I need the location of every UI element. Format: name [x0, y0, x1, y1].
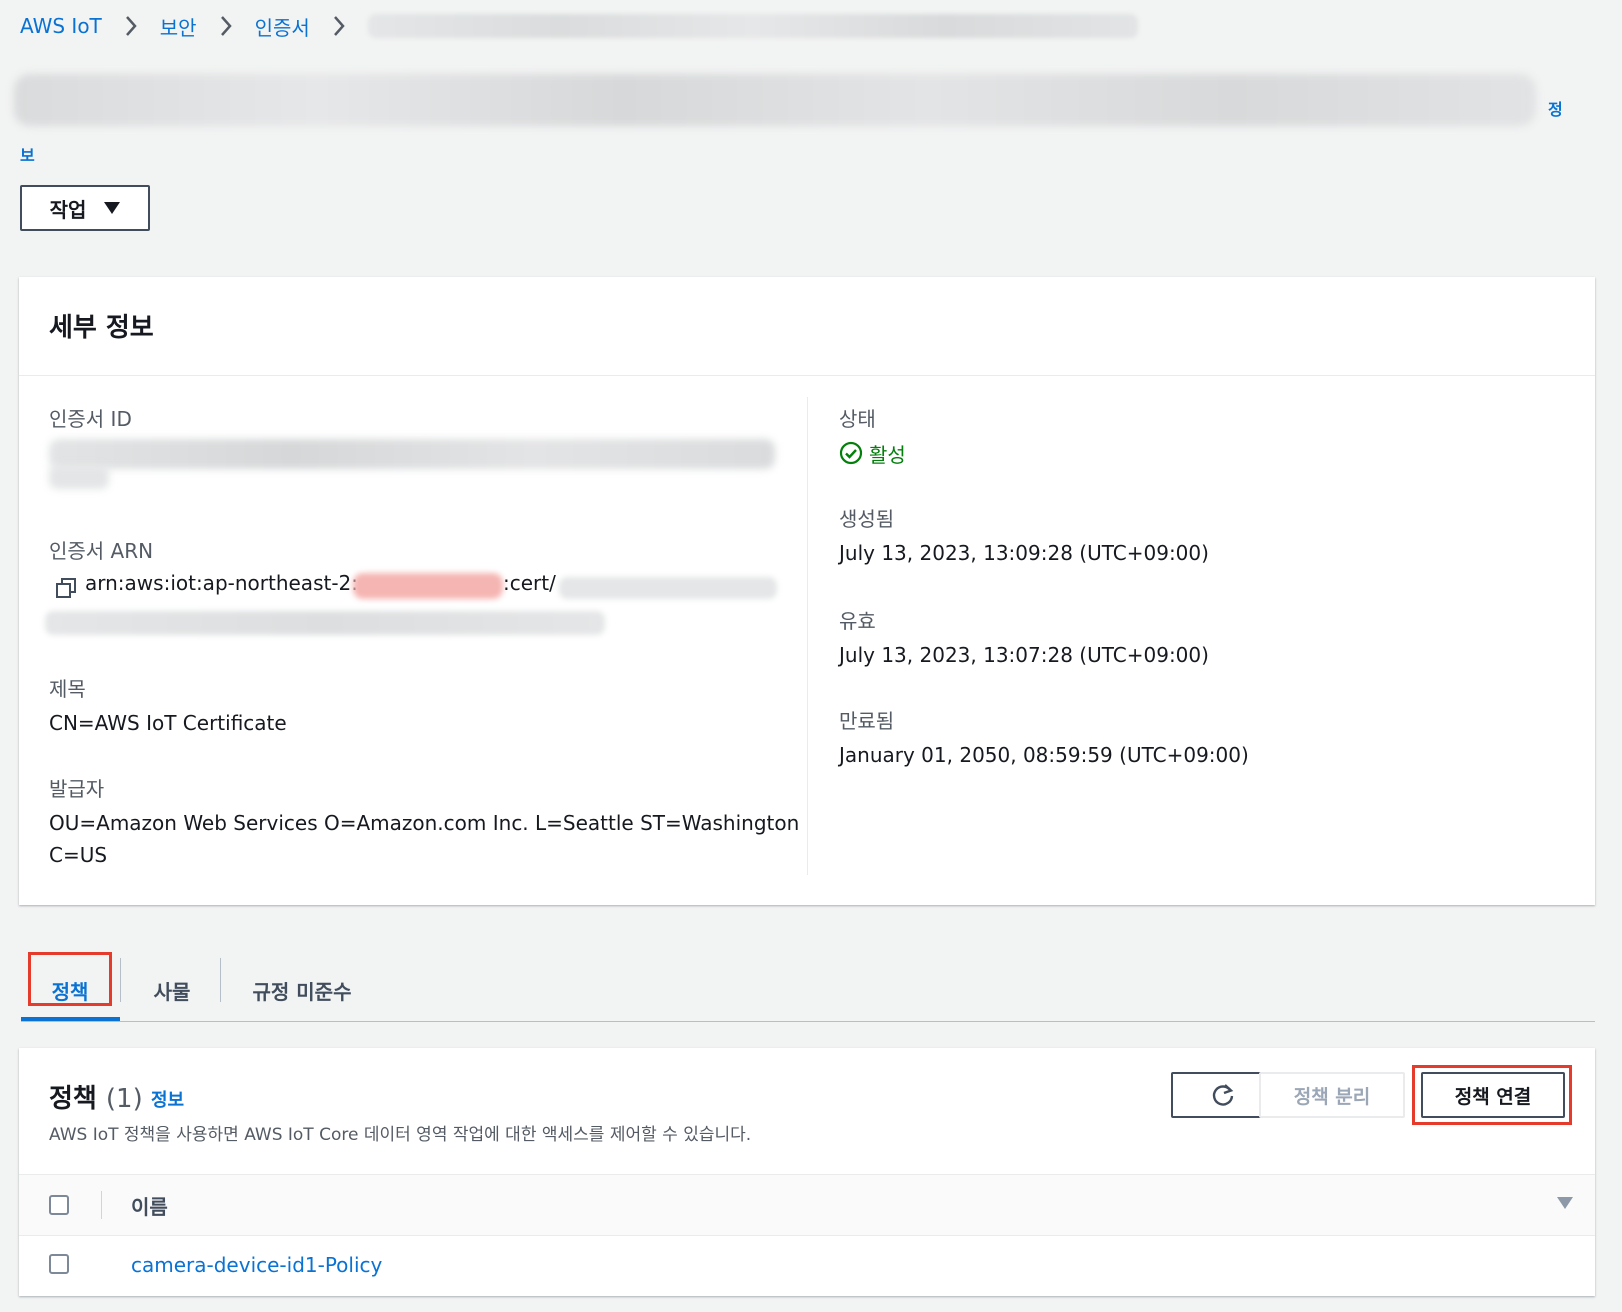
subject-label: 제목 — [49, 677, 86, 701]
check-circle-icon — [839, 441, 863, 465]
details-panel: 세부 정보 인증서 ID 인증서 ARN arn:aws:iot:ap-nort… — [19, 277, 1595, 905]
column-separator — [101, 1191, 102, 1219]
actions-button-label: 작업 — [49, 197, 87, 222]
tab-separator — [220, 958, 221, 1002]
info-link-wrap[interactable]: 보 — [20, 142, 35, 166]
policies-title-text: 정책 — [49, 1084, 97, 1114]
highlight-box-attach-policy — [1412, 1065, 1572, 1125]
chevron-right-icon — [211, 14, 241, 38]
subject-value: CN=AWS IoT Certificate — [49, 711, 287, 735]
table-header: 이름 — [19, 1174, 1595, 1236]
policies-count: (1) — [105, 1084, 143, 1114]
expires-value: January 01, 2050, 08:59:59 (UTC+09:00) — [839, 743, 1249, 767]
breadcrumb-certificates[interactable]: 인증서 — [255, 12, 310, 41]
status-value: 활성 — [869, 443, 906, 467]
select-all-checkbox[interactable] — [49, 1195, 69, 1215]
caret-down-icon — [104, 202, 121, 214]
tab-noncompliance[interactable]: 규정 미준수 — [234, 960, 370, 1020]
issuer-value-line1: OU=Amazon Web Services O=Amazon.com Inc.… — [49, 811, 800, 835]
chevron-right-icon — [116, 14, 146, 38]
policies-description: AWS IoT 정책을 사용하면 AWS IoT Core 데이터 영역 작업에… — [49, 1125, 752, 1145]
tab-things[interactable]: 사물 — [130, 960, 214, 1020]
tabs-baseline — [21, 1021, 1595, 1022]
page-title-redacted — [14, 74, 1536, 126]
cert-id-redacted — [49, 439, 775, 469]
cert-arn-label: 인증서 ARN — [49, 539, 154, 563]
tab-active-indicator — [21, 1017, 120, 1021]
breadcrumb-redacted-current — [367, 14, 1138, 38]
details-panel-header: 세부 정보 — [19, 277, 1595, 376]
issuer-label: 발급자 — [49, 777, 105, 801]
cert-arn-line2-redacted — [45, 611, 605, 635]
policy-name-link[interactable]: camera-device-id1-Policy — [131, 1253, 382, 1277]
cert-arn-prefix: arn:aws:iot:ap-northeast-2: — [85, 571, 359, 595]
caret-down-icon[interactable] — [1557, 1197, 1573, 1209]
created-value: July 13, 2023, 13:09:28 (UTC+09:00) — [839, 541, 1209, 565]
tab-separator — [120, 958, 121, 1002]
details-title: 세부 정보 — [49, 313, 154, 343]
cert-arn-middle: :cert/ — [503, 571, 556, 595]
detach-policy-button[interactable]: 정책 분리 — [1259, 1072, 1405, 1118]
breadcrumb-aws-iot[interactable]: AWS IoT — [20, 14, 102, 38]
created-label: 생성됨 — [839, 507, 895, 531]
breadcrumb-security[interactable]: 보안 — [160, 12, 197, 41]
valid-label: 유효 — [839, 609, 876, 633]
info-link[interactable]: 정 — [1548, 96, 1563, 120]
cert-arn-suffix-redacted — [559, 577, 777, 599]
status-label: 상태 — [839, 407, 876, 431]
copy-icon[interactable] — [55, 577, 77, 599]
column-divider — [807, 397, 808, 875]
cert-id-redacted-2 — [49, 465, 109, 489]
refresh-icon — [1212, 1084, 1234, 1106]
policies-info-link[interactable]: 정보 — [151, 1086, 184, 1112]
column-header-name[interactable]: 이름 — [131, 1191, 168, 1220]
chevron-right-icon — [324, 14, 354, 38]
expires-label: 만료됨 — [839, 709, 895, 733]
actions-dropdown-button[interactable]: 작업 — [20, 185, 150, 231]
highlight-box-policies-tab — [28, 952, 112, 1006]
issuer-value-line2: C=US — [49, 843, 108, 867]
account-id-redacted — [353, 573, 503, 599]
policies-title: 정책 (1) — [49, 1078, 143, 1115]
row-checkbox[interactable] — [49, 1254, 69, 1274]
valid-value: July 13, 2023, 13:07:28 (UTC+09:00) — [839, 643, 1209, 667]
cert-id-label: 인증서 ID — [49, 407, 132, 431]
breadcrumb: AWS IoT 보안 인증서 — [20, 10, 1138, 42]
policies-panel: 정책 (1) 정보 AWS IoT 정책을 사용하면 AWS IoT Core … — [19, 1048, 1595, 1296]
